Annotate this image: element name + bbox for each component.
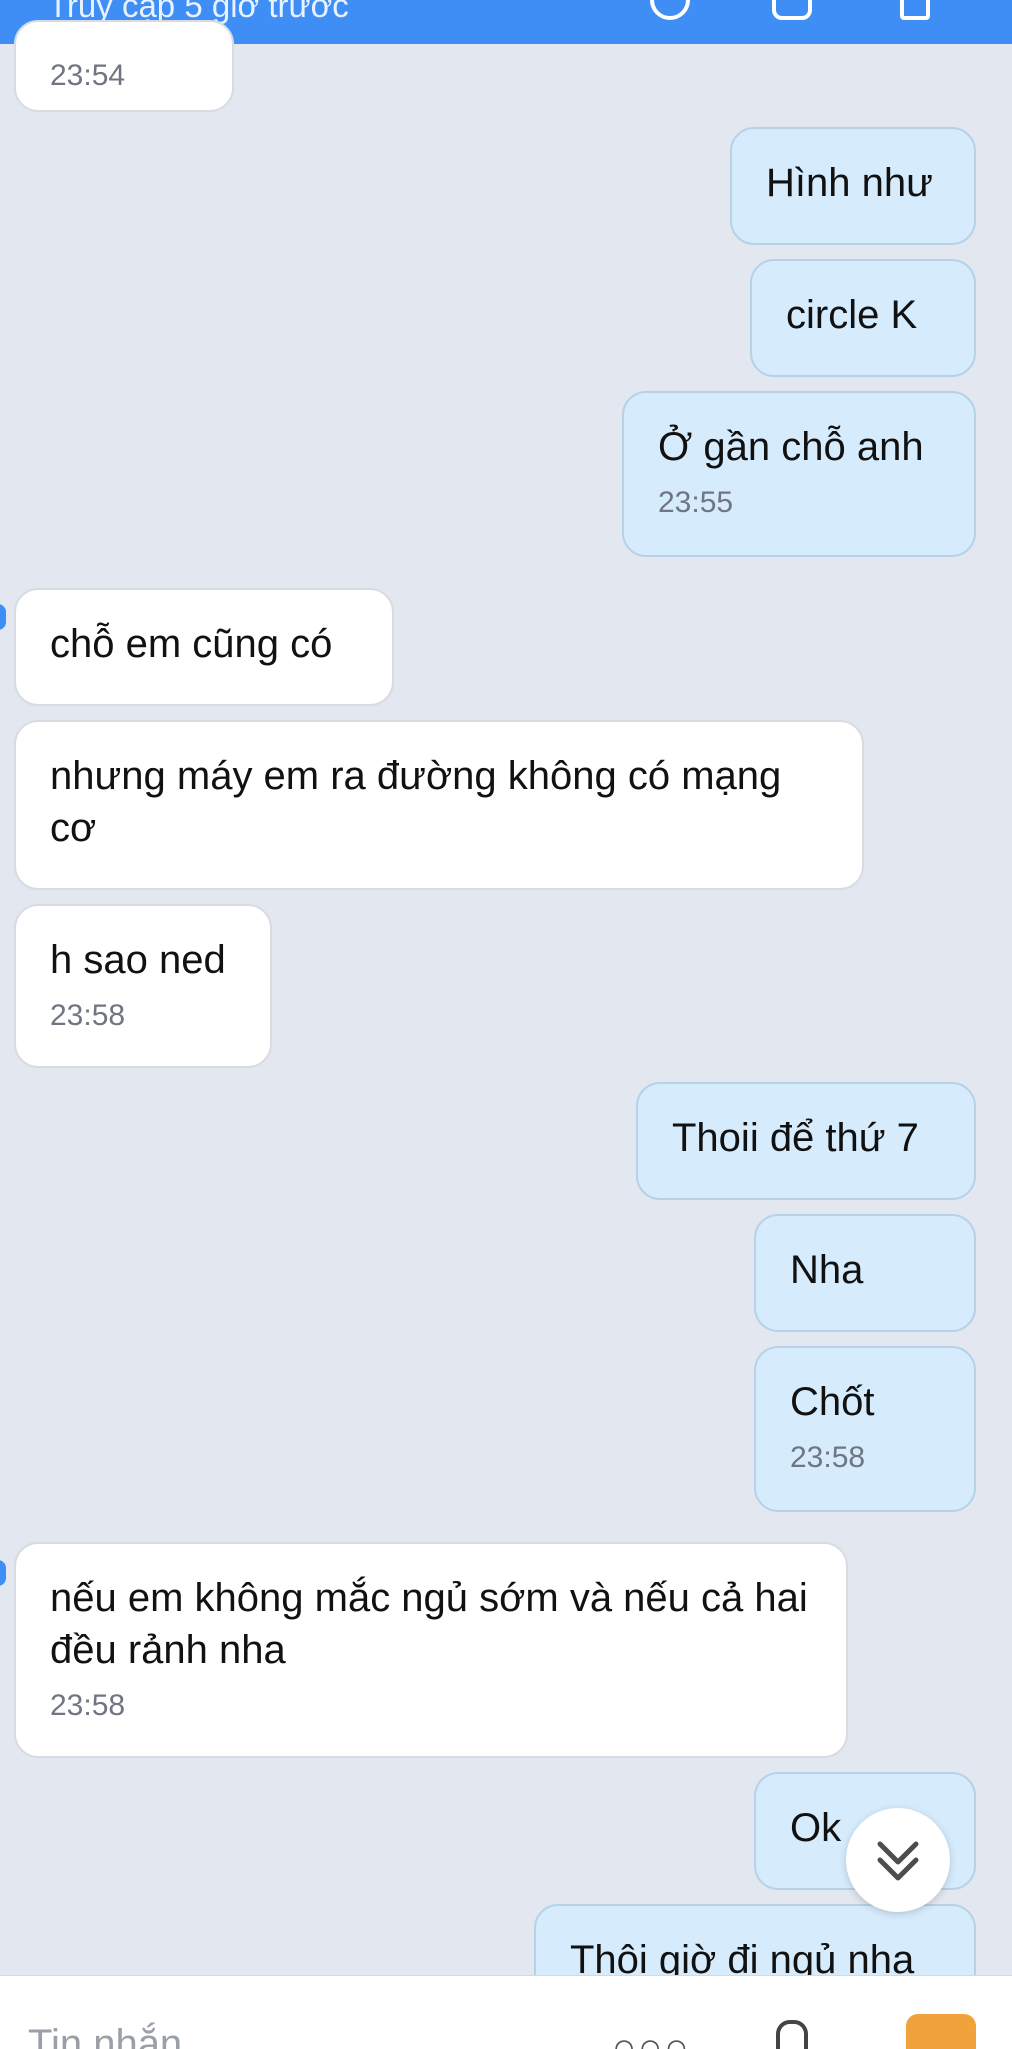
message-bubble-outgoing[interactable]: circle K: [750, 259, 976, 377]
message-bubble-incoming[interactable]: 23:54: [14, 20, 234, 112]
scroll-to-bottom-button[interactable]: [846, 1808, 950, 1912]
message-text: h sao ned: [50, 938, 226, 982]
microphone-icon[interactable]: [776, 2020, 808, 2049]
unread-indicator: [0, 604, 6, 630]
message-bubble-incoming[interactable]: h sao ned 23:58: [14, 904, 272, 1068]
call-icon[interactable]: [650, 0, 690, 20]
menu-icon[interactable]: [900, 0, 930, 20]
message-bubble-outgoing[interactable]: Ở gần chỗ anh 23:55: [622, 391, 976, 557]
message-input-bar: Tin nhắn ○○○: [0, 1975, 1012, 2049]
message-bubble-outgoing[interactable]: Hình như: [730, 127, 976, 245]
message-text: circle K: [786, 293, 918, 337]
message-time: 23:55: [658, 486, 734, 519]
message-bubble-incoming[interactable]: nếu em không mắc ngủ sớm và nếu cả hai đ…: [14, 1542, 848, 1758]
message-text: Nha: [790, 1248, 864, 1292]
double-chevron-down-icon: [877, 1841, 919, 1881]
message-text: Hình như: [766, 161, 933, 205]
message-text: nhưng máy em ra đường không có mạng cơ: [50, 754, 782, 850]
video-call-icon[interactable]: [772, 0, 812, 20]
message-time: 23:54: [50, 59, 126, 92]
message-text: Chốt: [790, 1380, 875, 1424]
unread-indicator: [0, 1560, 6, 1586]
message-time: 23:58: [50, 999, 126, 1032]
image-icon[interactable]: [906, 2014, 976, 2049]
message-bubble-outgoing[interactable]: Thoii để thứ 7: [636, 1082, 976, 1200]
message-text: chỗ em cũng có: [50, 622, 333, 666]
message-text: nếu em không mắc ngủ sớm và nếu cả hai đ…: [50, 1576, 808, 1672]
message-text: Ở gần chỗ anh: [658, 425, 924, 469]
message-input[interactable]: Tin nhắn: [28, 2022, 182, 2049]
message-bubble-incoming[interactable]: chỗ em cũng có: [14, 588, 394, 706]
more-icon[interactable]: ○○○: [612, 2026, 690, 2049]
message-bubble-outgoing[interactable]: Nha: [754, 1214, 976, 1332]
message-bubble-incoming[interactable]: nhưng máy em ra đường không có mạng cơ: [14, 720, 864, 890]
message-time: 23:58: [50, 1689, 126, 1722]
message-text: Thoii để thứ 7: [672, 1116, 919, 1160]
message-bubble-outgoing[interactable]: Chốt 23:58: [754, 1346, 976, 1512]
message-time: 23:58: [790, 1441, 866, 1474]
